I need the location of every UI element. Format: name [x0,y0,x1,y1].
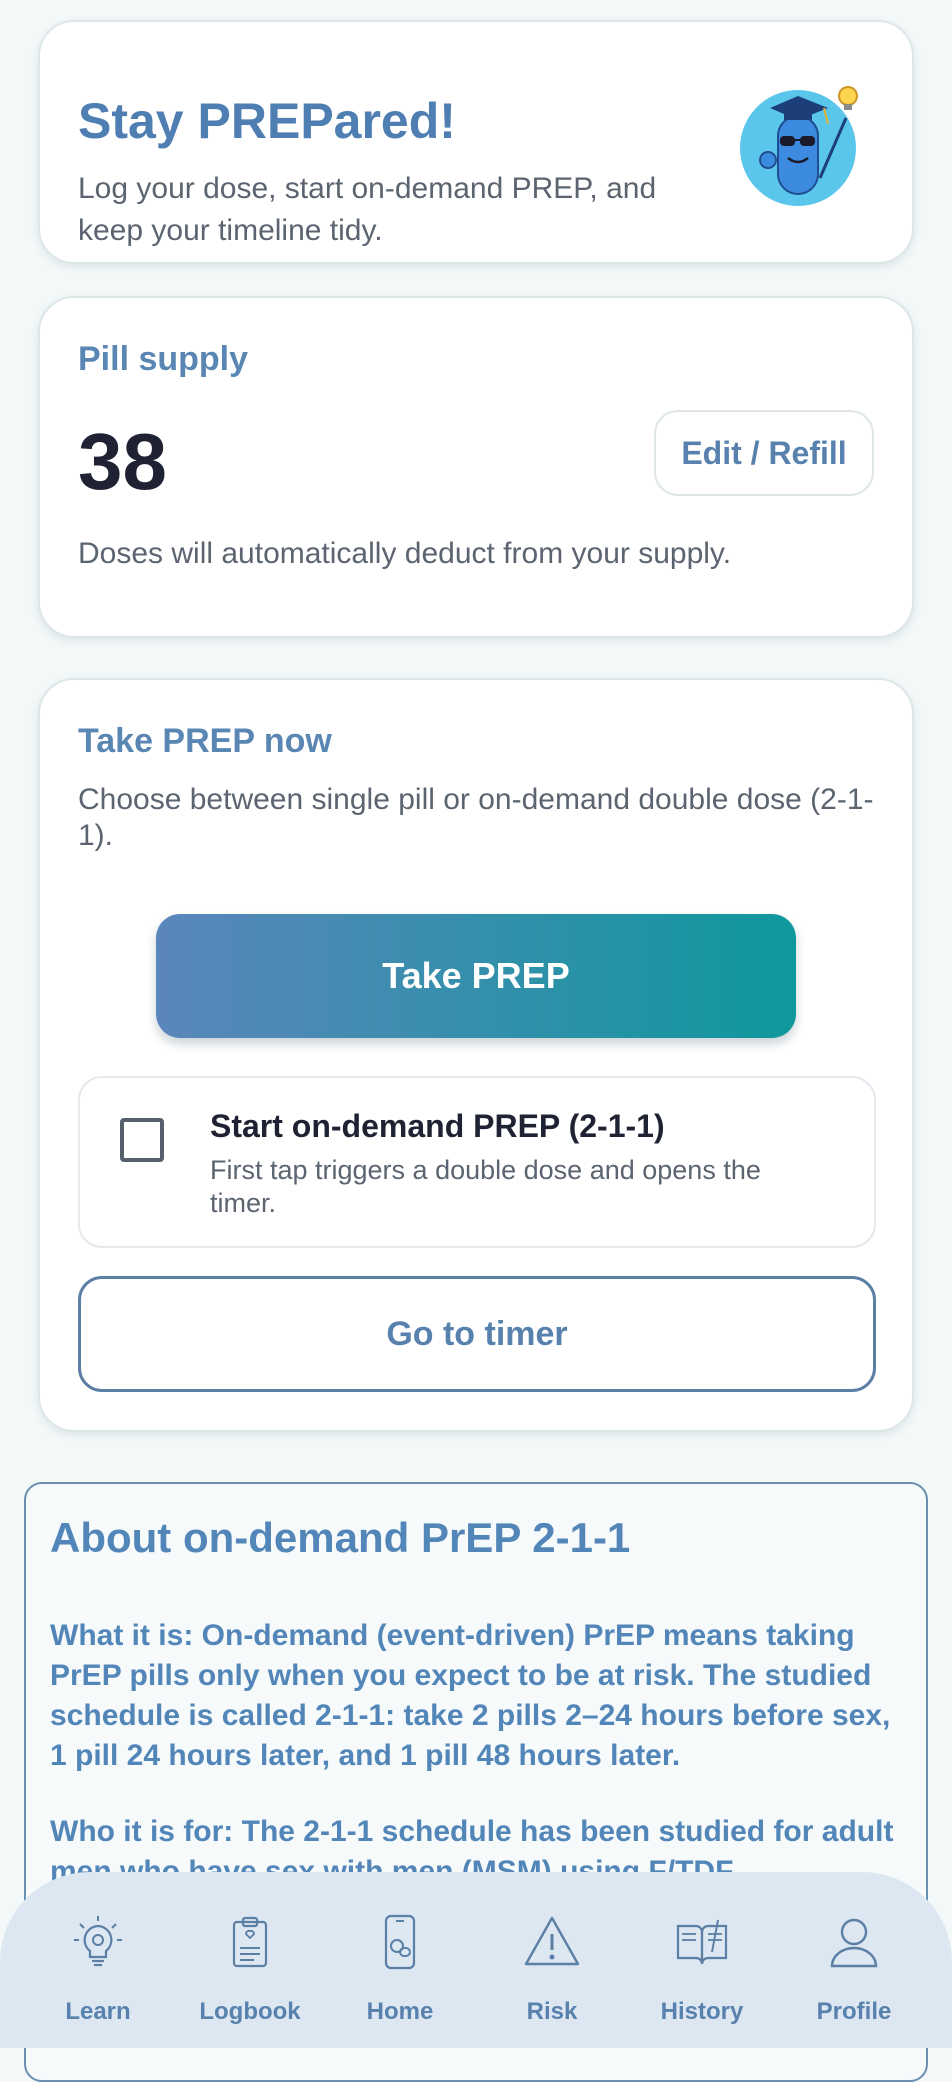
user-icon [830,1918,878,1968]
about-title: About on-demand PrEP 2-1-1 [50,1514,631,1561]
warning-icon [524,1916,580,1966]
take-prep-title: Take PREP now [78,722,332,760]
book-icon [676,1919,728,1965]
nav-item-home[interactable]: Home [320,1912,480,2042]
on-demand-subtitle: First tap triggers a double dose and ope… [210,1155,761,1218]
on-demand-title: Start on-demand PREP (2-1-1) [210,1108,665,1144]
nav-label-logbook: Logbook [199,1998,301,2025]
lightbulb-icon [74,1916,122,1967]
nav-item-logbook[interactable]: Logbook [170,1912,330,2042]
on-demand-checkbox[interactable] [120,1118,164,1162]
pill-supply-title: Pill supply [78,340,249,378]
go-to-timer-button[interactable]: Go to timer [78,1276,876,1392]
nav-label-history: History [660,1998,744,2025]
nav-item-history[interactable]: History [622,1912,782,2042]
take-prep-description: Choose between single pill or on-demand … [78,783,874,852]
clipboard-icon [232,1916,268,1968]
nav-label-profile: Profile [816,1998,892,2025]
phone-pill-icon [384,1914,416,1970]
nav-item-learn[interactable]: Learn [18,1912,178,2042]
edit-refill-button[interactable]: Edit / Refill [654,410,874,496]
take-prep-button[interactable]: Take PREP [156,914,796,1038]
hero-card: Stay PREPared! Log your dose, start on-d… [38,20,914,264]
take-prep-card: Take PREP now Choose between single pill… [38,678,914,1432]
mascot-icon [740,86,858,206]
nav-item-risk[interactable]: Risk [472,1912,632,2042]
nav-label-learn: Learn [65,1998,131,2025]
about-paragraph-what: What it is: On-demand (event-driven) PrE… [50,1619,891,1772]
on-demand-option[interactable]: Start on-demand PREP (2-1-1) First tap t… [78,1076,876,1248]
pill-supply-card: Pill supply 38 Edit / Refill Doses will … [38,296,914,638]
pill-count: 38 [78,417,167,506]
nav-label-risk: Risk [526,1998,578,2025]
hero-text: Log your dose, start on-demand PREP, and… [78,172,657,247]
supply-note: Doses will automatically deduct from you… [78,537,732,570]
nav-label-home: Home [366,1998,434,2025]
hero-title: Stay PREPared! [78,93,456,149]
bottom-nav: Learn Logbook Home Risk History Profile [0,1872,952,2048]
nav-item-profile[interactable]: Profile [774,1912,934,2042]
